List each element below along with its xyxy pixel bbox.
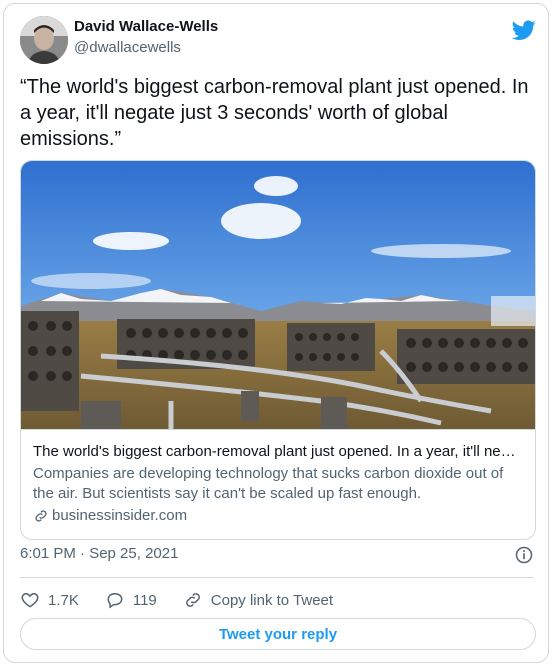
- reply-bubble-icon: [107, 592, 123, 609]
- twitter-bird-icon[interactable]: [512, 18, 536, 42]
- info-icon[interactable]: [514, 545, 534, 565]
- author-name[interactable]: David Wallace-Wells: [74, 18, 218, 35]
- link-icon: [185, 593, 200, 607]
- link-card-domain-row: businessinsider.com: [33, 506, 523, 526]
- tweet-text: “The world's biggest carbon-removal plan…: [20, 76, 529, 150]
- link-card-title[interactable]: The world's biggest carbon-removal plant…: [33, 442, 523, 462]
- tweet-actions: 1.7K 119 Copy link to Tweet: [20, 588, 359, 612]
- tweet-your-reply-button[interactable]: Tweet your reply: [20, 618, 536, 650]
- copy-link-button[interactable]: Copy link to Tweet: [183, 590, 333, 610]
- like-button[interactable]: 1.7K: [20, 590, 79, 610]
- avatar-portrait-icon: [20, 16, 68, 64]
- like-count: 1.7K: [48, 591, 79, 609]
- tweet-card: David Wallace-Wells @dwallacewells “The …: [3, 3, 549, 663]
- author-avatar[interactable]: [20, 16, 68, 64]
- link-card-domain: businessinsider.com: [52, 507, 188, 524]
- link-icon: [35, 510, 47, 522]
- reply-count-button[interactable]: 119: [105, 590, 157, 610]
- author-handle[interactable]: @dwallacewells: [74, 39, 181, 56]
- copy-link-label: Copy link to Tweet: [210, 591, 334, 609]
- link-preview-card[interactable]: The world's biggest carbon-removal plant…: [20, 160, 536, 540]
- tweet-timestamp[interactable]: 6:01 PM · Sep 25, 2021: [20, 545, 178, 562]
- link-card-body: The world's biggest carbon-removal plant…: [21, 429, 535, 526]
- divider: [20, 577, 534, 578]
- reply-count: 119: [132, 591, 157, 609]
- link-card-description: Companies are developing technology that…: [33, 465, 504, 502]
- heart-icon: [21, 592, 39, 608]
- carbon-removal-plant-photo: [21, 161, 535, 429]
